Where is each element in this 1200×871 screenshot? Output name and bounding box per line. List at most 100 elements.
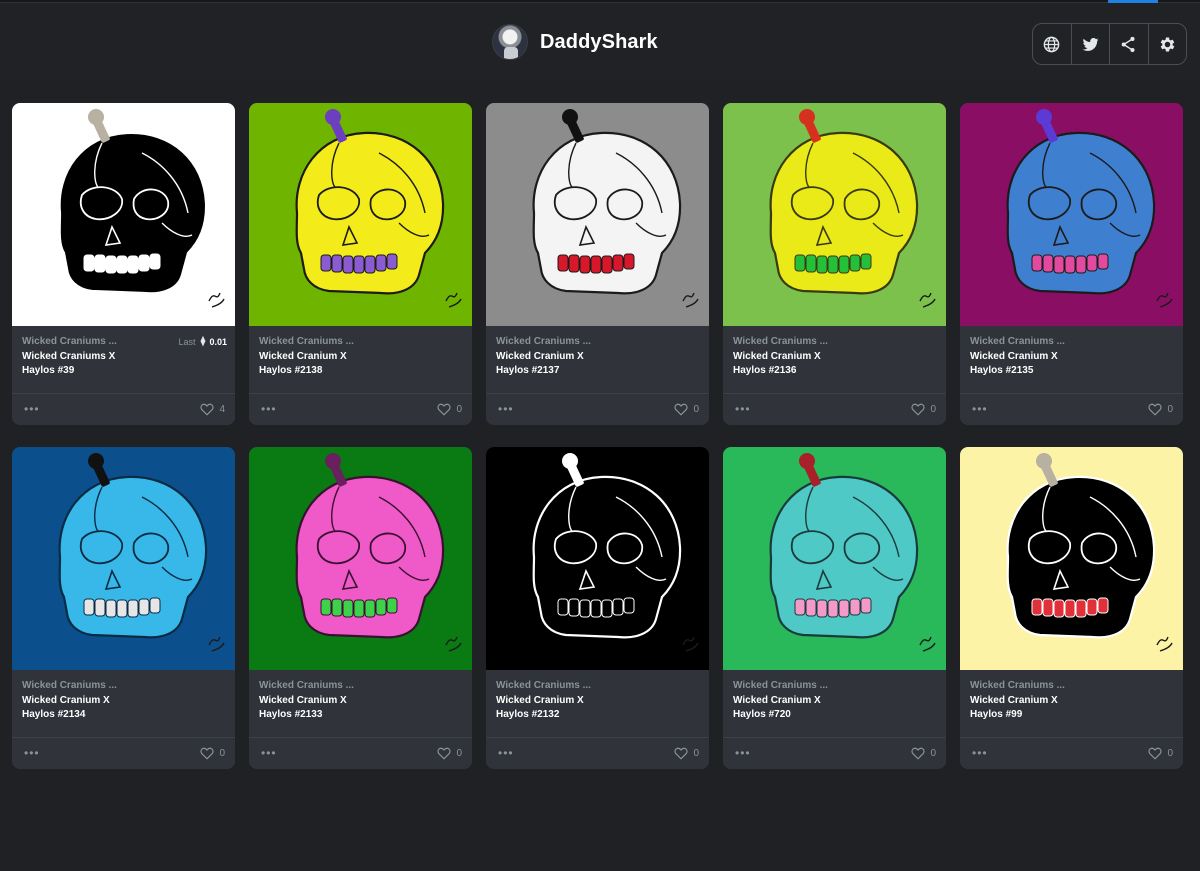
favorite-button[interactable]: 0 [437, 747, 462, 760]
nft-card[interactable]: Wicked Craniums ... Wicked Cranium X Hay… [249, 447, 472, 769]
nft-name[interactable]: Wicked Cranium X Haylos #2133 [259, 694, 379, 722]
collection-name[interactable]: Wicked Craniums ... [496, 336, 701, 347]
card-footer: ••• 0 [723, 737, 946, 769]
nft-name[interactable]: Wicked Cranium X Haylos #2138 [259, 350, 379, 378]
favorite-count: 0 [693, 404, 699, 415]
favorite-count: 0 [1167, 404, 1173, 415]
nft-info: Wicked Craniums ... Wicked Cranium X Hay… [970, 680, 1175, 722]
profile-name: DaddyShark [540, 30, 658, 53]
nft-image [249, 447, 472, 670]
settings-button[interactable] [1149, 24, 1187, 64]
profile-identity: DaddyShark [492, 24, 658, 60]
card-footer: ••• 0 [723, 393, 946, 425]
nft-image [960, 103, 1183, 326]
nft-image [249, 103, 472, 326]
nft-artwork[interactable] [249, 103, 472, 326]
card-footer: ••• 0 [486, 737, 709, 769]
nft-name[interactable]: Wicked Craniums X Haylos #39 [22, 350, 142, 378]
favorite-count: 4 [219, 404, 225, 415]
globe-icon [1043, 36, 1060, 52]
nft-artwork[interactable] [12, 103, 235, 326]
nft-artwork[interactable] [723, 103, 946, 326]
collection-name[interactable]: Wicked Craniums ... [970, 680, 1175, 691]
favorite-count: 0 [219, 748, 225, 759]
collection-name[interactable]: Wicked Craniums ... [22, 680, 227, 691]
avatar[interactable] [492, 24, 528, 60]
nft-card[interactable]: Wicked Craniums ... Wicked Cranium X Hay… [960, 103, 1183, 425]
more-options-icon[interactable]: ••• [261, 746, 277, 760]
favorite-button[interactable]: 0 [437, 403, 462, 416]
favorite-button[interactable]: 4 [200, 403, 225, 416]
nft-name[interactable]: Wicked Cranium X Haylos #2135 [970, 350, 1090, 378]
twitter-icon [1082, 37, 1099, 51]
card-footer: ••• 0 [960, 737, 1183, 769]
more-options-icon[interactable]: ••• [735, 746, 751, 760]
nft-name[interactable]: Wicked Cranium X Haylos #2134 [22, 694, 142, 722]
more-options-icon[interactable]: ••• [24, 746, 40, 760]
nft-card[interactable]: Wicked Craniums ... Wicked Cranium X Hay… [486, 103, 709, 425]
share-icon [1121, 36, 1135, 52]
more-options-icon[interactable]: ••• [261, 402, 277, 416]
nft-name[interactable]: Wicked Cranium X Haylos #2137 [496, 350, 616, 378]
card-footer: ••• 0 [486, 393, 709, 425]
nft-info: Wicked Craniums ... Wicked Cranium X Hay… [259, 680, 464, 722]
nft-card[interactable]: Wicked Craniums ... Wicked Cranium X Hay… [723, 103, 946, 425]
collection-name[interactable]: Wicked Craniums ... [259, 680, 464, 691]
nft-card[interactable]: Wicked Craniums ... Wicked Cranium X Hay… [486, 447, 709, 769]
favorite-button[interactable]: 0 [1148, 403, 1173, 416]
nft-info: Wicked Craniums ... Wicked Cranium X Hay… [970, 336, 1175, 378]
nft-image [12, 447, 235, 670]
heart-icon [1148, 747, 1163, 760]
nft-artwork[interactable] [249, 447, 472, 670]
nft-artwork[interactable] [723, 447, 946, 670]
collection-name[interactable]: Wicked Craniums ... [259, 336, 464, 347]
heart-icon [911, 403, 926, 416]
website-button[interactable] [1033, 24, 1072, 64]
heart-icon [437, 747, 452, 760]
nft-artwork[interactable] [12, 447, 235, 670]
nft-name[interactable]: Wicked Cranium X Haylos #2136 [733, 350, 853, 378]
nft-artwork[interactable] [486, 447, 709, 670]
more-options-icon[interactable]: ••• [24, 402, 40, 416]
favorite-button[interactable]: 0 [1148, 747, 1173, 760]
nft-name[interactable]: Wicked Cranium X Haylos #720 [733, 694, 853, 722]
more-options-icon[interactable]: ••• [498, 746, 514, 760]
collection-name[interactable]: Wicked Craniums ... [970, 336, 1175, 347]
price-label: Last [178, 336, 196, 347]
favorite-button[interactable]: 0 [200, 747, 225, 760]
more-options-icon[interactable]: ••• [498, 402, 514, 416]
nft-name[interactable]: Wicked Cranium X Haylos #99 [970, 694, 1090, 722]
last-price: Last ⧫ 0.01 [179, 336, 228, 347]
more-options-icon[interactable]: ••• [972, 402, 988, 416]
heart-icon [1148, 403, 1163, 416]
ethereum-icon: ⧫ [200, 336, 206, 347]
more-options-icon[interactable]: ••• [972, 746, 988, 760]
heart-icon [200, 747, 215, 760]
favorite-button[interactable]: 0 [911, 747, 936, 760]
favorite-button[interactable]: 0 [674, 403, 699, 416]
favorite-button[interactable]: 0 [674, 747, 699, 760]
nft-card[interactable]: Wicked Craniums ... Wicked Cranium X Hay… [723, 447, 946, 769]
card-footer: ••• 4 [12, 393, 235, 425]
nft-info: Wicked Craniums ... Wicked Cranium X Hay… [259, 336, 464, 378]
nft-card[interactable]: Wicked Craniums ... Wicked Cranium X Hay… [12, 447, 235, 769]
nft-name[interactable]: Wicked Cranium X Haylos #2132 [496, 694, 616, 722]
favorite-count: 0 [456, 748, 462, 759]
favorite-button[interactable]: 0 [911, 403, 936, 416]
share-button[interactable] [1110, 24, 1149, 64]
collection-name[interactable]: Wicked Craniums ... [733, 336, 938, 347]
nft-artwork[interactable] [960, 103, 1183, 326]
nft-card[interactable]: Wicked Craniums ... Wicked Craniums X Ha… [12, 103, 235, 425]
collection-name[interactable]: Wicked Craniums ... [496, 680, 701, 691]
nft-info: Wicked Craniums ... Wicked Cranium X Hay… [733, 680, 938, 722]
nft-image [486, 103, 709, 326]
nft-artwork[interactable] [960, 447, 1183, 670]
more-options-icon[interactable]: ••• [735, 402, 751, 416]
collection-name[interactable]: Wicked Craniums ... [733, 680, 938, 691]
nft-info: Wicked Craniums ... Wicked Cranium X Hay… [496, 336, 701, 378]
nft-card[interactable]: Wicked Craniums ... Wicked Cranium X Hay… [960, 447, 1183, 769]
twitter-button[interactable] [1072, 24, 1110, 64]
nft-artwork[interactable] [486, 103, 709, 326]
nft-card[interactable]: Wicked Craniums ... Wicked Cranium X Hay… [249, 103, 472, 425]
card-footer: ••• 0 [12, 737, 235, 769]
